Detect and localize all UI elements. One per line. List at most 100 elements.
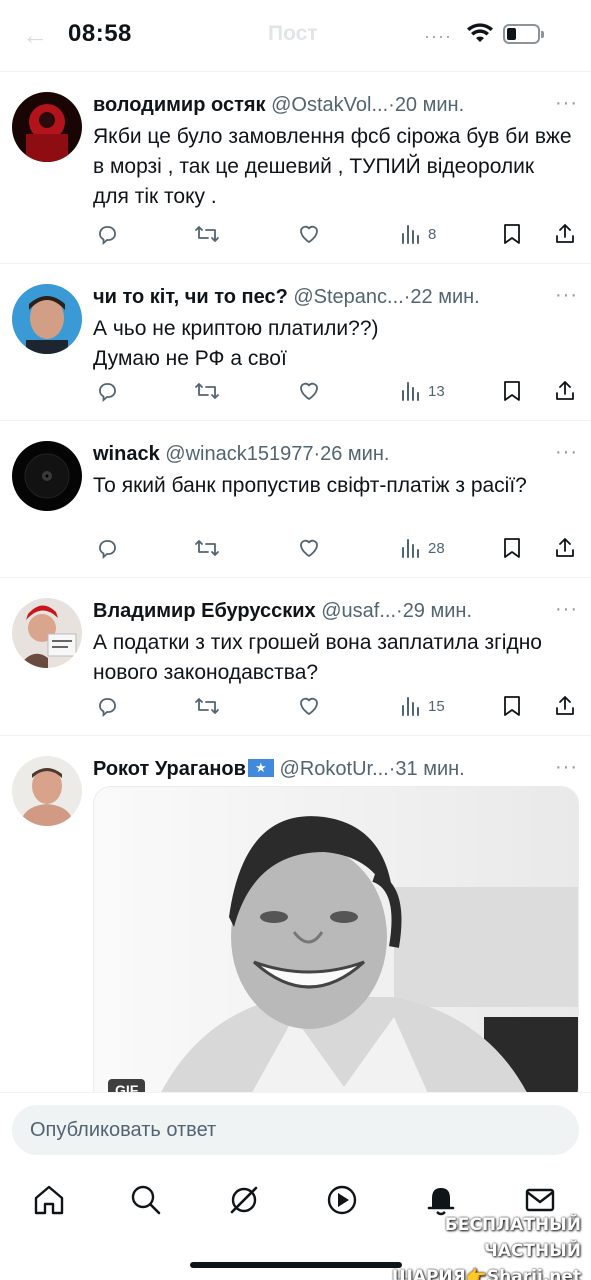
like-button[interactable] (297, 219, 321, 249)
watermark: БЕСПЛАТНЫЙ ЧАСТНЫЙ ШАРИЯ👉Sharij.net (356, 1212, 581, 1280)
views-button[interactable]: 15 (400, 691, 445, 721)
reply-icon (99, 226, 116, 245)
bookmark-button[interactable] (501, 219, 523, 249)
more-options-icon[interactable]: ··· (555, 441, 578, 464)
reply-input[interactable] (12, 1105, 579, 1155)
views-icon (402, 697, 419, 716)
bookmark-button[interactable] (501, 376, 523, 406)
retweet-button[interactable] (193, 376, 221, 406)
replies-feed[interactable]: володимир остяк @OstakVol...·20 мин. ···… (0, 72, 591, 1092)
heart-icon (300, 697, 318, 715)
reply-tweet[interactable]: володимир остяк @OstakVol...·20 мин. ···… (0, 72, 591, 264)
header-separator: · (388, 94, 395, 116)
heart-icon (300, 539, 318, 557)
views-icon (402, 382, 419, 401)
avatar[interactable] (12, 441, 82, 511)
back-arrow-icon[interactable]: ← (22, 20, 48, 51)
bookmark-icon (504, 538, 520, 558)
author-handle[interactable]: @RokotUr... (280, 758, 389, 780)
tweet-time[interactable]: 31 мин. (395, 758, 464, 780)
author-name[interactable]: володимир остяк (93, 94, 266, 116)
views-button[interactable]: 13 (400, 376, 445, 406)
cellular-signal-icon: ···· (424, 26, 452, 46)
author-name[interactable]: Рокот Ураганов (93, 758, 246, 780)
bookmark-button[interactable] (501, 533, 523, 563)
bookmark-icon (504, 224, 520, 244)
tweet-header: winack @winack151977·26 мин. (93, 441, 538, 467)
tweet-time[interactable]: 26 мин. (320, 443, 389, 465)
like-button[interactable] (297, 376, 321, 406)
retweet-button[interactable] (193, 219, 221, 249)
views-button[interactable]: 28 (400, 533, 445, 563)
more-options-icon[interactable]: ··· (555, 92, 578, 115)
tweet-text: А податки з тих грошей вона заплатила зг… (93, 631, 542, 684)
video-icon[interactable] (324, 1182, 360, 1218)
avatar[interactable] (12, 756, 82, 826)
retweet-button[interactable] (193, 533, 221, 563)
share-button[interactable] (553, 533, 577, 563)
tweet-time[interactable]: 22 мин. (410, 286, 479, 308)
gif-media[interactable]: GIF (93, 786, 579, 1092)
view-count: 13 (428, 382, 445, 400)
tweet-header: Рокот Ураганов ★ @RokotUr...·31 мин. (93, 756, 538, 782)
like-button[interactable] (297, 533, 321, 563)
more-options-icon[interactable]: ··· (555, 756, 578, 779)
bookmark-icon (504, 696, 520, 716)
views-icon (402, 539, 419, 558)
tweet-actions: 13 (93, 376, 583, 406)
reply-tweet[interactable]: чи то кіт, чи то пес? @Stepanc...·22 мин… (0, 264, 591, 421)
author-name[interactable]: чи то кіт, чи то пес? (93, 286, 288, 308)
header-separator: · (396, 600, 403, 622)
reply-button[interactable] (95, 376, 119, 406)
author-handle[interactable]: @OstakVol... (271, 94, 388, 116)
view-count: 15 (428, 697, 445, 715)
share-button[interactable] (553, 219, 577, 249)
share-button[interactable] (553, 691, 577, 721)
author-name[interactable]: Владимир Ебурусских (93, 600, 316, 622)
author-handle[interactable]: @usaf... (321, 600, 396, 622)
author-handle[interactable]: @Stepanc... (293, 286, 403, 308)
watermark-line2: ШАРИЯ👉Sharij.net (391, 1267, 581, 1280)
gif-badge: GIF (108, 1079, 146, 1092)
home-icon[interactable] (31, 1182, 67, 1218)
avatar[interactable] (12, 598, 82, 668)
status-bar: ← 08:58 Пост ···· (0, 0, 591, 72)
reply-button[interactable] (95, 219, 119, 249)
tweet-time[interactable]: 29 мин. (403, 600, 472, 622)
tweet-header: володимир остяк @OstakVol...·20 мин. (93, 92, 538, 118)
battery-icon (503, 24, 544, 44)
reply-tweet[interactable]: winack @winack151977·26 мин. ··· То який… (0, 421, 591, 578)
status-time: 08:58 (68, 20, 132, 47)
reply-bar (0, 1092, 591, 1166)
tweet-header: чи то кіт, чи то пес? @Stepanc...·22 мин… (93, 284, 538, 310)
wifi-icon (467, 23, 493, 42)
bookmark-button[interactable] (501, 691, 523, 721)
views-button[interactable]: 8 (400, 219, 436, 249)
more-options-icon[interactable]: ··· (555, 598, 578, 621)
share-icon (556, 538, 574, 557)
avatar[interactable] (12, 284, 82, 354)
like-button[interactable] (297, 691, 321, 721)
tweet-actions: 28 (93, 533, 583, 563)
grok-icon[interactable] (226, 1182, 262, 1218)
watermark-line1: БЕСПЛАТНЫЙ ЧАСТНЫЙ (444, 1215, 581, 1261)
author-handle[interactable]: @winack151977 (165, 443, 313, 465)
more-options-icon[interactable]: ··· (555, 284, 578, 307)
tweet-actions: 15 (93, 691, 583, 721)
bookmark-icon (504, 381, 520, 401)
tweet-text: Якби це було замовлення фсб сірожа був б… (93, 125, 572, 208)
tweet-header: Владимир Ебурусских @usaf...·29 мин. (93, 598, 538, 624)
search-icon[interactable] (128, 1182, 164, 1218)
retweet-button[interactable] (193, 691, 221, 721)
reply-icon (99, 540, 116, 559)
reply-tweet[interactable]: Владимир Ебурусских @usaf...·29 мин. ···… (0, 578, 591, 736)
tweet-time[interactable]: 20 мин. (395, 94, 464, 116)
tweet-text: А чьо не криптою платили??) Думаю не РФ … (93, 317, 379, 370)
reply-button[interactable] (95, 533, 119, 563)
avatar[interactable] (12, 92, 82, 162)
reply-button[interactable] (95, 691, 119, 721)
share-button[interactable] (553, 376, 577, 406)
author-name[interactable]: winack (93, 443, 160, 465)
somalia-flag-icon: ★ (247, 759, 274, 777)
share-icon (556, 696, 574, 715)
